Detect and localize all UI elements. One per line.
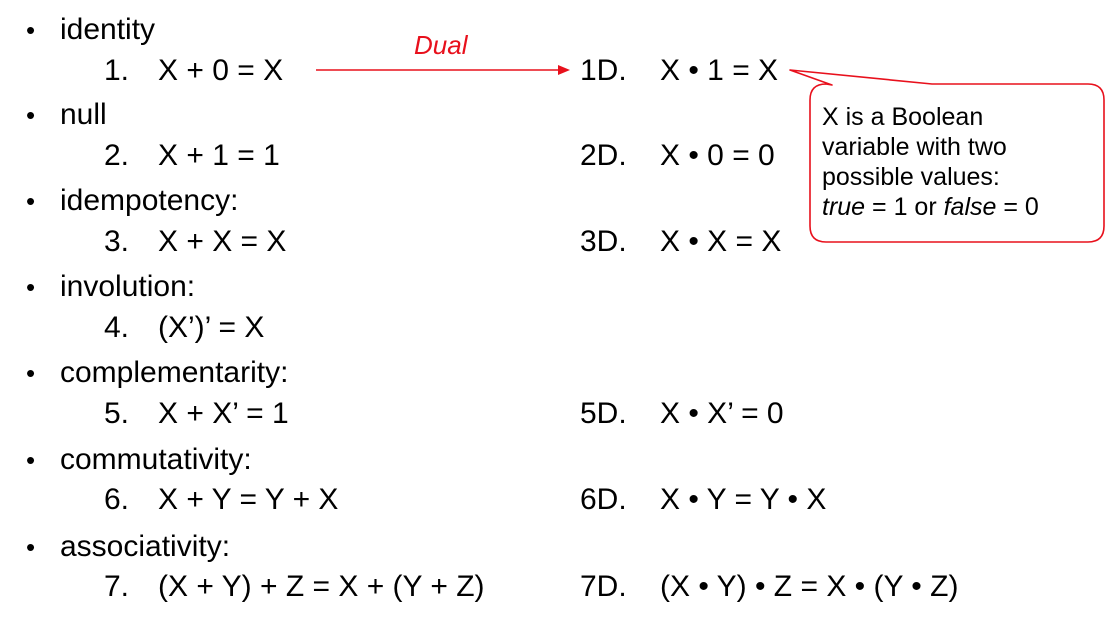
- law-number-5: 5.: [104, 397, 130, 430]
- law-7: (X + Y) + Z = X + (Y + Z): [158, 570, 485, 603]
- callout-line-2: variable with two: [822, 133, 1007, 161]
- law-5: X + X’ = 1: [158, 397, 289, 430]
- callout-line-1: X is a Boolean: [822, 103, 984, 131]
- bullet-complementarity: •: [26, 358, 36, 388]
- law-4: (X’)’ = X: [158, 311, 265, 344]
- bullet-commutativity: •: [26, 445, 36, 475]
- law-number-1: 1.: [104, 54, 130, 87]
- dual-law-number-2d: 2D.: [580, 139, 627, 172]
- law-1: X + 0 = X: [158, 54, 284, 87]
- heading-associativity: associativity:: [60, 530, 231, 563]
- law-6: X + Y = Y + X: [158, 483, 339, 516]
- dual-law-3d: X • X = X: [660, 225, 782, 258]
- callout-false-word: false: [943, 193, 997, 221]
- law-2: X + 1 = 1: [158, 139, 280, 172]
- bullet-idempotency: •: [26, 186, 36, 216]
- dual-arrow-head: [558, 65, 570, 75]
- dual-law-6d: X • Y = Y • X: [660, 483, 827, 516]
- dual-law-number-1d: 1D.: [580, 54, 627, 87]
- callout-true-value: = 1 or: [865, 193, 944, 221]
- dual-arrow-label: Dual: [414, 30, 468, 60]
- callout-false-value: = 0: [996, 193, 1039, 221]
- law-3: X + X = X: [158, 225, 287, 258]
- heading-idempotency: idempotency:: [60, 184, 239, 217]
- callout-note: X is a Boolean variable with two possibl…: [822, 102, 1112, 222]
- dual-law-1d: X • 1 = X: [660, 54, 779, 87]
- dual-law-2d: X • 0 = 0: [660, 139, 775, 172]
- bullet-involution: •: [26, 272, 36, 302]
- bullet-associativity: •: [26, 532, 36, 562]
- dual-law-number-6d: 6D.: [580, 483, 627, 516]
- callout-line-3: possible values:: [822, 163, 1000, 191]
- law-number-2: 2.: [104, 139, 130, 172]
- law-number-7: 7.: [104, 570, 130, 603]
- heading-complementarity: complementarity:: [60, 356, 289, 389]
- bullet-null: •: [26, 100, 36, 130]
- law-number-4: 4.: [104, 311, 130, 344]
- heading-involution: involution:: [60, 270, 196, 303]
- dual-law-number-7d: 7D.: [580, 570, 627, 603]
- dual-law-number-3d: 3D.: [580, 225, 627, 258]
- law-number-3: 3.: [104, 225, 130, 258]
- heading-null: null: [60, 98, 107, 131]
- dual-law-5d: X • X’ = 0: [660, 397, 784, 430]
- dual-law-number-5d: 5D.: [580, 397, 627, 430]
- heading-identity: identity: [60, 13, 156, 46]
- dual-law-7d: (X • Y) • Z = X • (Y • Z): [660, 570, 959, 603]
- law-number-6: 6.: [104, 483, 130, 516]
- heading-commutativity: commutativity:: [60, 443, 252, 476]
- callout-true-word: true: [822, 193, 866, 221]
- callout-line-4: true = 1 or false = 0: [822, 192, 1112, 222]
- bullet-identity: •: [26, 15, 36, 45]
